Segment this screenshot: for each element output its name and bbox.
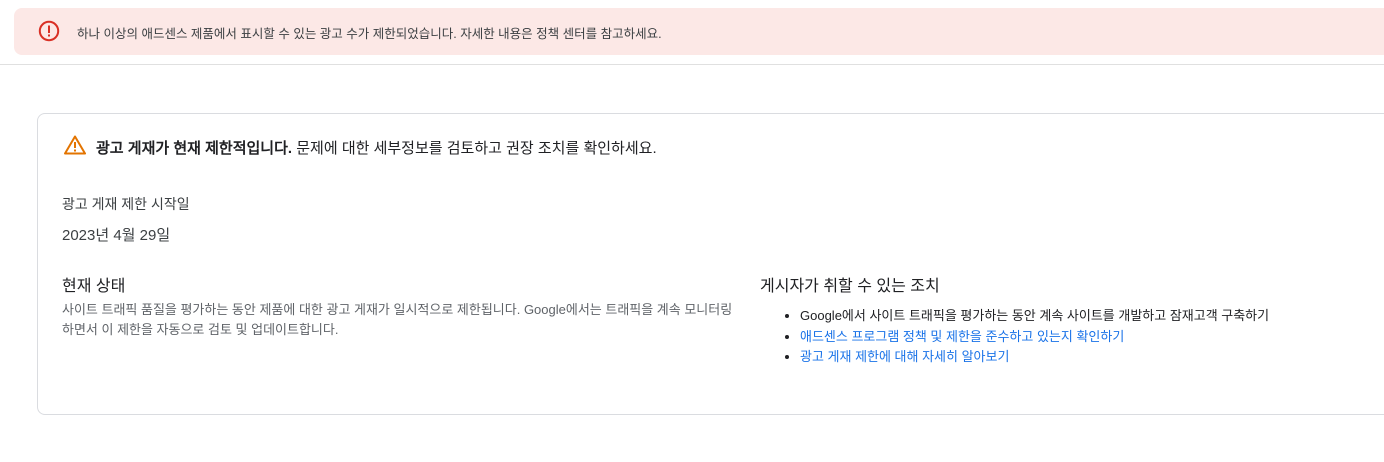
error-circle-icon — [38, 20, 60, 42]
current-status-title: 현재 상태 — [62, 278, 126, 295]
action-link-policy-compliance[interactable]: 애드센스 프로그램 정책 및 제한을 준수하고 있는지 확인하기 — [800, 327, 1269, 348]
publisher-actions-list: Google에서 사이트 트래픽을 평가하는 동안 계속 사이트를 개발하고 잠… — [760, 306, 1269, 368]
limit-start-date: 2023년 4월 29일 — [62, 227, 171, 244]
warning-message: 광고 게재가 현재 제한적입니다. 문제에 대한 세부정보를 검토하고 권장 조… — [96, 137, 657, 158]
policy-alert-banner: 하나 이상의 애드센스 제품에서 표시할 수 있는 광고 수가 제한되었습니다.… — [14, 8, 1384, 55]
limit-start-label: 광고 게재 제한 시작일 — [62, 196, 190, 212]
action-link-learn-more[interactable]: 광고 게재 제한에 대해 자세히 알아보기 — [800, 347, 1269, 368]
warning-detail-text: 문제에 대한 세부정보를 검토하고 권장 조치를 확인하세요. — [292, 140, 657, 157]
divider — [0, 64, 1384, 65]
action-item-develop-site: Google에서 사이트 트래픽을 평가하는 동안 계속 사이트를 개발하고 잠… — [800, 306, 1269, 327]
warning-triangle-icon — [64, 135, 86, 155]
ad-serving-limit-card: 광고 게재가 현재 제한적입니다. 문제에 대한 세부정보를 검토하고 권장 조… — [37, 113, 1384, 415]
warning-bold-text: 광고 게재가 현재 제한적입니다. — [96, 140, 293, 157]
current-status-description: 사이트 트래픽 품질을 평가하는 동안 제품에 대한 광고 게재가 일시적으로 … — [62, 302, 733, 337]
publisher-actions-title: 게시자가 취할 수 있는 조치 — [760, 278, 940, 295]
alert-message: 하나 이상의 애드센스 제품에서 표시할 수 있는 광고 수가 제한되었습니다.… — [77, 27, 662, 41]
